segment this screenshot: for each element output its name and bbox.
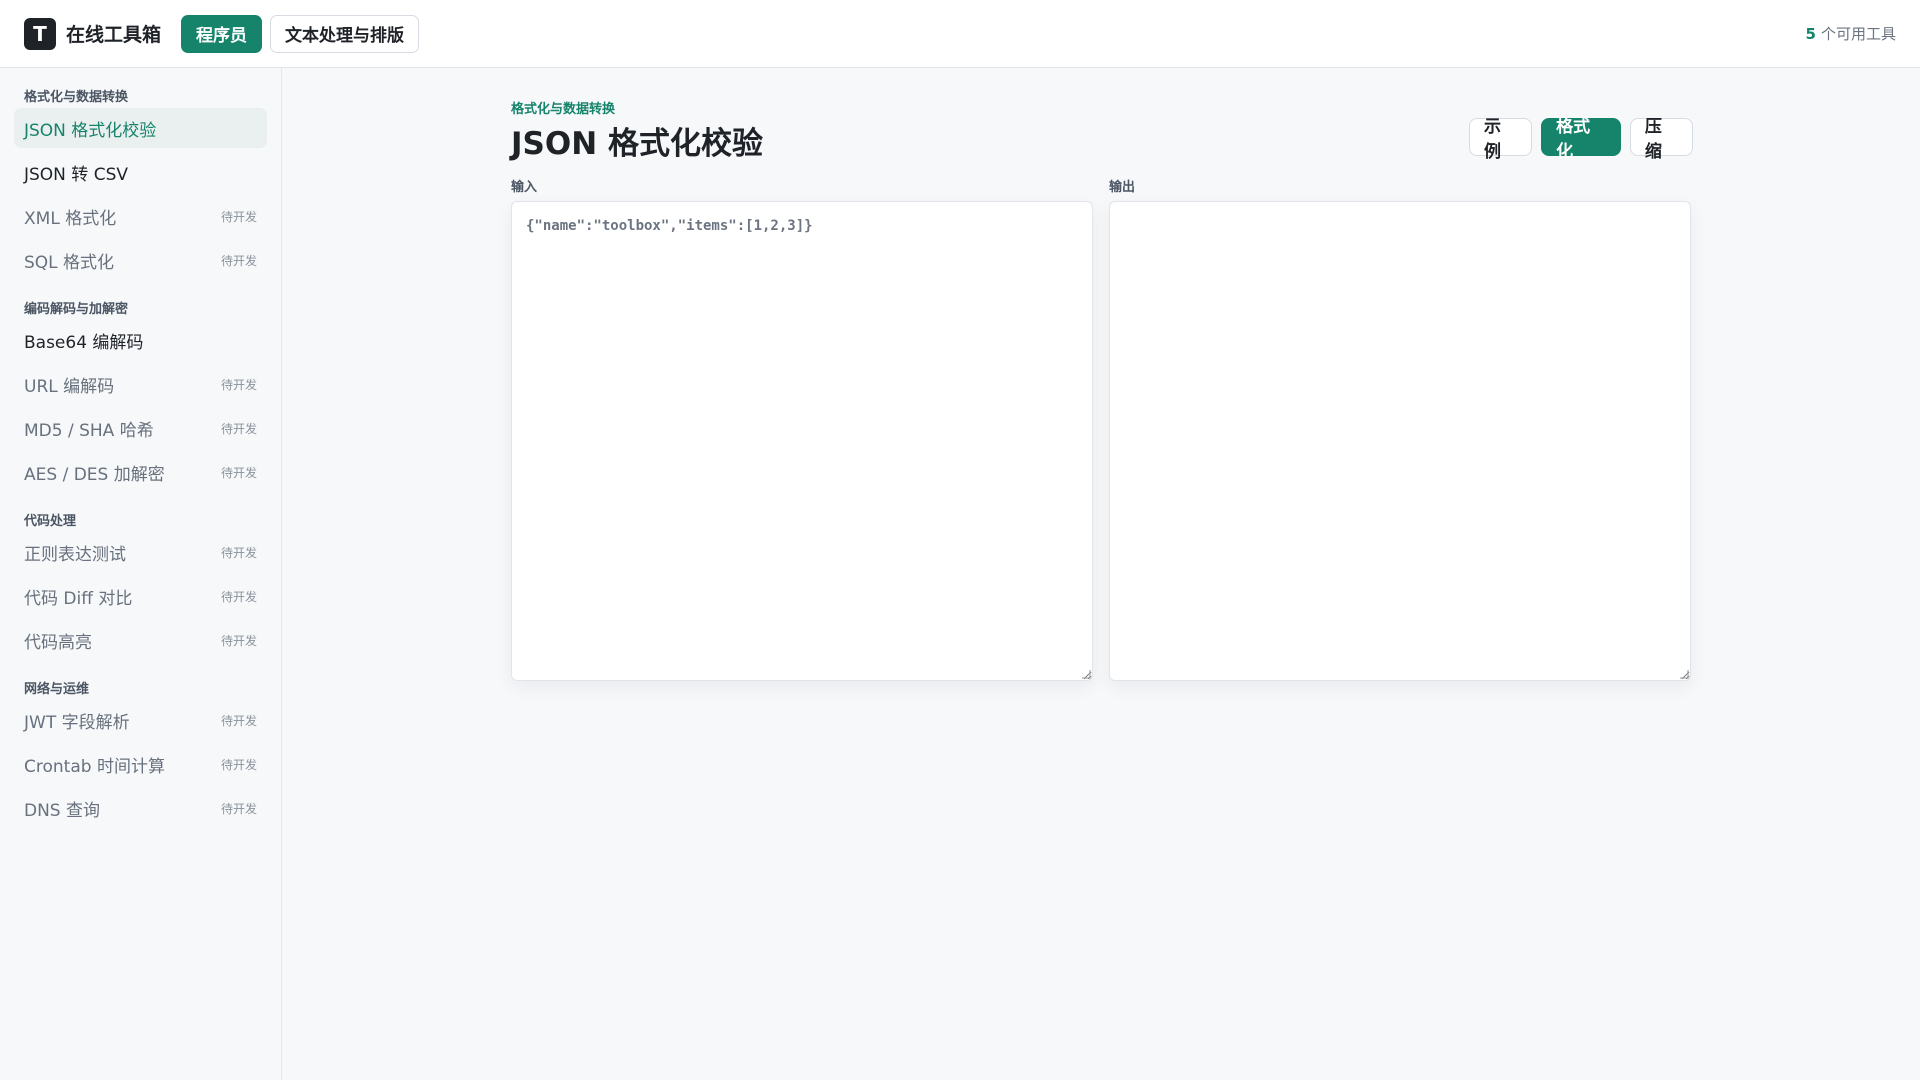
sidebar-item-label: DNS 查询 [24,800,101,821]
compress-button[interactable]: 压缩 [1629,117,1693,162]
tool-count-label: 个可用工具 [1820,25,1896,43]
output-label: 输出 [1109,180,1136,195]
sidebar-item-status: 待开发 [220,377,257,392]
sidebar-item-aes-des[interactable]: AES / DES 加解密 待开发 [14,452,267,492]
sidebar-item-label: Base64 编解码 [24,332,144,353]
page-title: JSON 格式化校验 [511,126,763,162]
sidebar-item-label: Crontab 时间计算 [24,756,165,777]
sidebar-group-title: 代码处理 [24,513,77,529]
sidebar-item-label: JSON 格式化校验 [24,120,157,141]
sidebar-item-status: 待开发 [220,713,257,728]
sidebar-item-status: 待开发 [220,253,257,268]
sidebar-item-label: URL 编解码 [24,376,115,397]
tab-text-processing[interactable]: 文本处理与排版 [270,14,420,53]
sidebar-item-label: AES / DES 加解密 [24,464,165,485]
sidebar-item-json-format[interactable]: JSON 格式化校验 [14,108,267,148]
json-output-field[interactable] [1109,201,1691,681]
input-label: 输入 [511,180,538,195]
sidebar-item-crontab[interactable]: Crontab 时间计算 待开发 [14,744,267,784]
sidebar-item-status: 待开发 [220,545,257,560]
sidebar-item-status: 待开发 [220,589,257,604]
main-content: 格式化与数据转换 JSON 格式化校验 示例 格式化 压缩 输入 输出 [282,68,1920,1080]
breadcrumb: 格式化与数据转换 [511,102,616,117]
sidebar-item-label: JSON 转 CSV [24,164,129,185]
format-button[interactable]: 格式化 [1541,117,1621,162]
sidebar-item-json-to-csv[interactable]: JSON 转 CSV [14,152,267,192]
sidebar-group-title: 格式化与数据转换 [24,89,129,105]
app-title: 在线工具箱 [66,24,162,46]
top-bar: T 在线工具箱 程序员 文本处理与排版 5 个可用工具 [0,0,1920,68]
sidebar-item-label: 代码高亮 [24,632,92,653]
tool-count-number: 5 [1805,25,1816,43]
logo-icon: T [24,17,56,50]
action-bar: 示例 格式化 压缩 [1469,117,1693,162]
sidebar-item-label: SQL 格式化 [24,252,115,273]
sidebar-item-hash[interactable]: MD5 / SHA 哈希 待开发 [14,408,267,448]
sidebar-item-status: 待开发 [220,801,257,816]
sidebar-item-status: 待开发 [220,465,257,480]
sidebar-item-base64[interactable]: Base64 编解码 [14,320,267,360]
sidebar-item-label: 代码 Diff 对比 [24,588,133,609]
sidebar-item-url-codec[interactable]: URL 编解码 待开发 [14,364,267,404]
sidebar-item-label: MD5 / SHA 哈希 [24,420,154,441]
sidebar-item-status: 待开发 [220,757,257,772]
sidebar-item-sql-format[interactable]: SQL 格式化 待开发 [14,240,267,280]
sidebar-item-jwt[interactable]: JWT 字段解析 待开发 [14,700,267,740]
sidebar-item-xml-format[interactable]: XML 格式化 待开发 [14,196,267,236]
sidebar-group-title: 网络与运维 [24,681,90,697]
sidebar-item-status: 待开发 [220,633,257,648]
sidebar: 格式化与数据转换 JSON 格式化校验 JSON 转 CSV XML 格式化 待… [0,68,282,1080]
sidebar-item-regex[interactable]: 正则表达测试 待开发 [14,532,267,572]
sidebar-item-label: 正则表达测试 [24,544,126,565]
sidebar-item-code-diff[interactable]: 代码 Diff 对比 待开发 [14,576,267,616]
sidebar-item-code-highlight[interactable]: 代码高亮 待开发 [14,620,267,660]
sidebar-item-label: XML 格式化 [24,208,117,229]
tool-count: 5 个可用工具 [1806,23,1896,44]
sidebar-item-status: 待开发 [220,421,257,436]
sidebar-group-title: 编码解码与加解密 [24,301,129,317]
json-input-field[interactable] [511,201,1093,681]
tab-programmer[interactable]: 程序员 [181,14,263,53]
example-button[interactable]: 示例 [1469,117,1533,162]
sidebar-item-dns[interactable]: DNS 查询 待开发 [14,788,267,828]
sidebar-item-status: 待开发 [220,209,257,224]
sidebar-item-label: JWT 字段解析 [24,712,130,733]
